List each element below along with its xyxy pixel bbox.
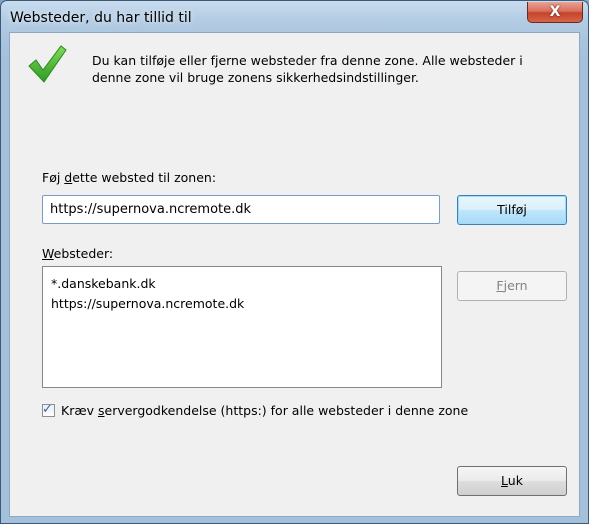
sites-label: Websteder: bbox=[42, 246, 114, 261]
title-bar[interactable]: Websteder, du har tillid til X bbox=[1, 1, 588, 33]
close-icon: X bbox=[549, 4, 561, 20]
require-https-checkbox[interactable]: ✓ bbox=[42, 402, 55, 417]
add-site-input[interactable] bbox=[42, 195, 440, 224]
list-item[interactable]: *.danskebank.dk bbox=[51, 274, 441, 294]
add-site-label: Føj dette websted til zonen: bbox=[42, 170, 217, 185]
dialog-title: Websteder, du har tillid til bbox=[10, 10, 192, 26]
list-item[interactable]: https://supernova.ncremote.dk bbox=[51, 294, 441, 314]
close-button[interactable]: Luk bbox=[457, 466, 567, 496]
add-button[interactable]: Tilføj bbox=[457, 195, 567, 225]
green-checkmark-icon bbox=[28, 45, 67, 83]
zone-description: Du kan tilføje eller fjerne websteder fr… bbox=[92, 53, 523, 85]
remove-button[interactable]: Fjern bbox=[457, 271, 567, 301]
require-https-label[interactable]: Kræv servergodkendelse (https:) for alle… bbox=[61, 403, 468, 418]
checkmark-icon: ✓ bbox=[42, 402, 53, 417]
close-window-button[interactable]: X bbox=[527, 2, 583, 23]
sites-listbox[interactable]: *.danskebank.dk https://supernova.ncremo… bbox=[42, 266, 442, 388]
